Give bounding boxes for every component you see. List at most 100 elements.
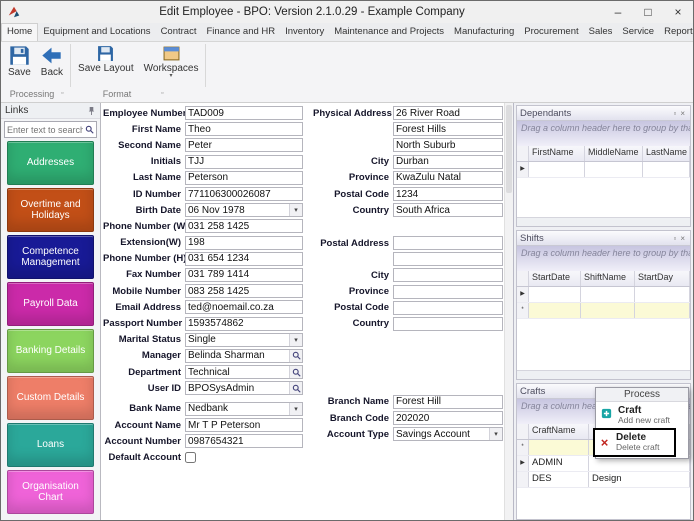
passport-number-input[interactable]	[186, 318, 302, 330]
branch-name-input[interactable]	[394, 396, 502, 408]
postal-city-input[interactable]	[394, 269, 502, 281]
postal-country-input[interactable]	[394, 318, 502, 330]
form-vertical-scrollbar[interactable]	[504, 103, 513, 520]
postal-address-line1-field[interactable]	[393, 236, 503, 250]
close-button-icon[interactable]: ×	[663, 1, 693, 23]
workspaces-button[interactable]: Workspaces ▾	[139, 43, 204, 80]
department-field[interactable]	[185, 365, 303, 380]
branch-name-field[interactable]	[393, 394, 503, 409]
postal-postal-code-input[interactable]	[394, 302, 502, 314]
mobile-number-input[interactable]	[186, 285, 302, 297]
column-header[interactable]: LastName	[643, 146, 690, 161]
scrollbar-thumb[interactable]	[506, 105, 512, 193]
bank-name-input[interactable]	[186, 403, 289, 415]
user-id-input[interactable]	[186, 382, 289, 394]
user-id-field[interactable]	[185, 381, 303, 396]
shifts-panel-header[interactable]: Shifts ▫ ×	[517, 231, 690, 246]
shifts-grid-header[interactable]: StartDate ShiftName StartDay	[517, 271, 690, 287]
link-loans[interactable]: Loans	[7, 423, 94, 467]
chevron-down-icon[interactable]: ▾	[289, 333, 302, 346]
tab-manufacturing[interactable]: Manufacturing	[449, 24, 519, 41]
physical-province-input[interactable]	[394, 172, 502, 184]
fax-number-input[interactable]	[186, 269, 302, 281]
postal-country-field[interactable]	[393, 316, 503, 331]
physical-province-field[interactable]	[393, 170, 503, 185]
column-header[interactable]: ShiftName	[581, 271, 635, 286]
dependants-grid-header[interactable]: FirstName MiddleName LastName	[517, 146, 690, 162]
employee-number-input[interactable]	[186, 107, 302, 119]
mobile-number-field[interactable]	[185, 284, 303, 299]
panel-close-icon[interactable]: ×	[678, 109, 687, 118]
panel-options-icon[interactable]: ▫	[671, 109, 678, 118]
marital-status-field[interactable]: ▾	[185, 332, 303, 347]
account-number-field[interactable]	[185, 434, 303, 449]
initials-input[interactable]	[186, 156, 302, 168]
marital-status-input[interactable]	[186, 334, 289, 346]
lookup-search-icon[interactable]	[289, 382, 302, 395]
tab-procurement[interactable]: Procurement	[519, 24, 583, 41]
phone-number-w-input[interactable]	[186, 220, 302, 232]
physical-postal-code-input[interactable]	[394, 188, 502, 200]
physical-address-line3-input[interactable]	[394, 139, 502, 151]
initials-field[interactable]	[185, 154, 303, 169]
postal-postal-code-field[interactable]	[393, 300, 503, 315]
email-address-input[interactable]	[186, 301, 302, 313]
horizontal-scrollbar[interactable]	[517, 370, 690, 379]
column-header[interactable]: CraftName	[529, 424, 589, 439]
link-competence-management[interactable]: Competence Management	[7, 235, 94, 279]
physical-country-input[interactable]	[394, 204, 502, 216]
employee-number-field[interactable]	[185, 106, 303, 121]
postal-address-line1-input[interactable]	[394, 237, 502, 249]
physical-address-line1-field[interactable]	[393, 106, 503, 121]
branch-code-input[interactable]	[394, 412, 502, 424]
format-dialog-launcher-icon[interactable]: ▫	[161, 90, 163, 97]
chevron-down-icon[interactable]: ▾	[289, 204, 302, 217]
processing-dialog-launcher-icon[interactable]: ▫	[61, 90, 63, 97]
tab-reporting[interactable]: Reporting	[659, 24, 693, 41]
panel-close-icon[interactable]: ×	[678, 234, 687, 243]
link-payroll-data[interactable]: Payroll Data	[7, 282, 94, 326]
account-type-field[interactable]: ▾	[393, 427, 503, 442]
chevron-down-icon[interactable]: ▾	[489, 428, 502, 441]
grid-row[interactable]: ▶	[517, 287, 690, 303]
column-header[interactable]: FirstName	[529, 146, 585, 161]
birth-date-field[interactable]: ▾	[185, 203, 303, 218]
phone-number-w-field[interactable]	[185, 219, 303, 234]
postal-province-field[interactable]	[393, 284, 503, 299]
lookup-search-icon[interactable]	[289, 349, 302, 362]
postal-province-input[interactable]	[394, 286, 502, 298]
manager-field[interactable]	[185, 348, 303, 363]
bank-name-field[interactable]: ▾	[185, 401, 303, 416]
account-name-field[interactable]	[185, 418, 303, 433]
link-addresses[interactable]: Addresses	[7, 141, 94, 185]
last-name-input[interactable]	[186, 172, 302, 184]
last-name-field[interactable]	[185, 170, 303, 185]
tab-maintenance-and-projects[interactable]: Maintenance and Projects	[329, 24, 449, 41]
id-number-field[interactable]	[185, 187, 303, 202]
tab-service[interactable]: Service	[617, 24, 659, 41]
link-custom-details[interactable]: Custom Details	[7, 376, 94, 420]
physical-address-line2-field[interactable]	[393, 122, 503, 137]
link-overtime-and-holidays[interactable]: Overtime and Holidays	[7, 188, 94, 232]
postal-address-line2-field[interactable]	[393, 252, 503, 267]
id-number-input[interactable]	[186, 188, 302, 200]
title-bar[interactable]: Edit Employee - BPO: Version 2.1.0.29 - …	[1, 1, 693, 23]
link-banking-details[interactable]: Banking Details	[7, 329, 94, 373]
postal-address-line2-input[interactable]	[394, 253, 502, 265]
menu-item-craft[interactable]: Craft Add new craft	[596, 402, 688, 429]
tab-sales[interactable]: Sales	[584, 24, 618, 41]
tab-home[interactable]: Home	[1, 23, 39, 41]
links-search-input[interactable]	[5, 124, 85, 135]
branch-code-field[interactable]	[393, 411, 503, 426]
physical-address-line3-field[interactable]	[393, 138, 503, 153]
horizontal-scrollbar[interactable]	[517, 217, 690, 226]
birth-date-input[interactable]	[186, 204, 289, 216]
postal-city-field[interactable]	[393, 268, 503, 283]
tab-contract[interactable]: Contract	[156, 24, 202, 41]
links-search-box[interactable]	[4, 121, 97, 138]
menu-item-delete[interactable]: × Delete Delete craft	[593, 428, 676, 457]
chevron-down-icon[interactable]: ▾	[289, 402, 302, 415]
maximize-button-icon[interactable]: □	[633, 1, 663, 23]
first-name-input[interactable]	[186, 123, 302, 135]
account-name-input[interactable]	[186, 419, 302, 431]
